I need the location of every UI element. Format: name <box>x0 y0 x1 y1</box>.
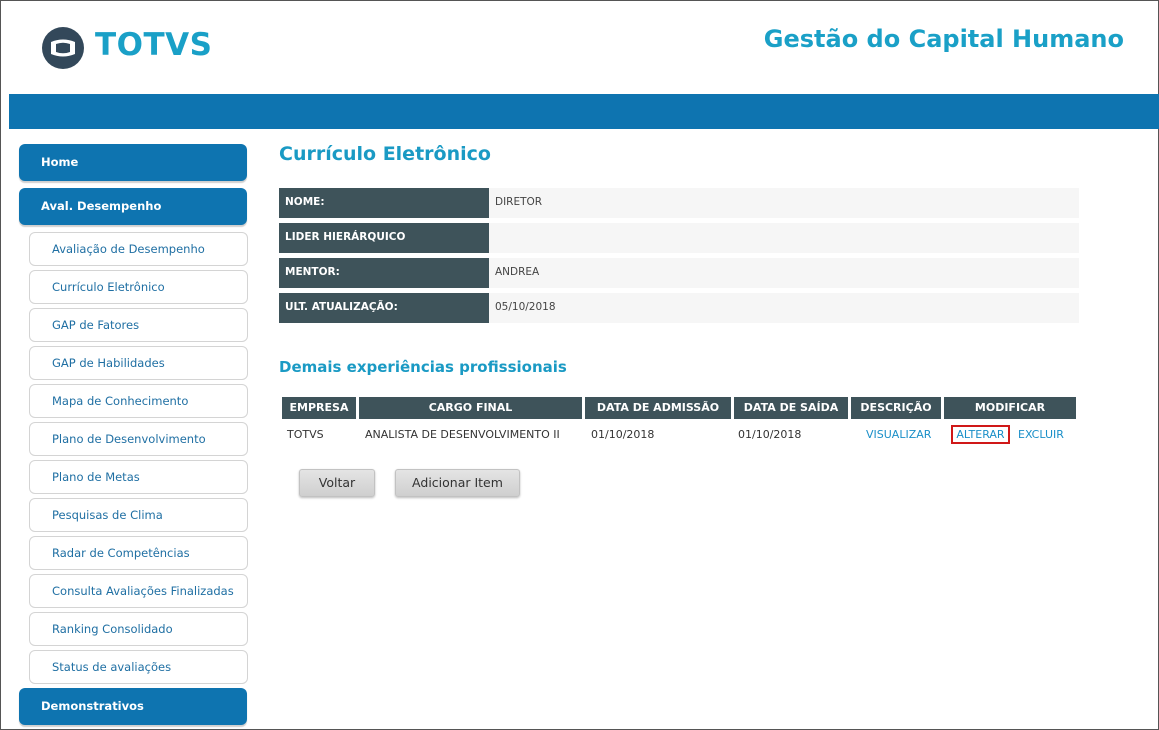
info-label-nome: NOME: <box>279 188 489 218</box>
info-value-mentor: ANDREA <box>489 258 1079 288</box>
info-label-mentor: MENTOR: <box>279 258 489 288</box>
visualizar-link[interactable]: VISUALIZAR <box>866 428 931 441</box>
table-header-modificar: MODIFICAR <box>944 397 1076 419</box>
sidebar-subitem-avaliacao-desempenho[interactable]: Avaliação de Desempenho <box>29 232 248 266</box>
sidebar-subitem-status-avaliacoes[interactable]: Status de avaliações <box>29 650 248 684</box>
totvs-logo: TOTVS <box>41 25 212 71</box>
sidebar-subitem-ranking-consolidado[interactable]: Ranking Consolidado <box>29 612 248 646</box>
totvs-logo-icon <box>42 27 84 69</box>
sidebar-subitem-consulta-avaliacoes[interactable]: Consulta Avaliações Finalizadas <box>29 574 248 608</box>
alterar-link[interactable]: ALTERAR <box>951 425 1010 444</box>
table-header-admissao: DATA DE ADMISSÃO <box>585 397 731 419</box>
sidebar-subitem-gap-fatores[interactable]: GAP de Fatores <box>29 308 248 342</box>
voltar-button[interactable]: Voltar <box>299 469 375 497</box>
excluir-link[interactable]: EXCLUIR <box>1018 428 1064 441</box>
table-header-cargo: CARGO FINAL <box>359 397 582 419</box>
table-header-empresa: EMPRESA <box>282 397 356 419</box>
sidebar-item-demonstrativos[interactable]: Demonstrativos <box>19 688 247 725</box>
page-title: Currículo Eletrônico <box>279 143 491 165</box>
info-value-lider <box>489 223 1079 253</box>
sidebar-item-home[interactable]: Home <box>19 144 247 181</box>
sidebar-subitem-plano-desenvolvimento[interactable]: Plano de Desenvolvimento <box>29 422 248 456</box>
info-value-nome: DIRETOR <box>489 188 1079 218</box>
table-cell-cargo: ANALISTA DE DESENVOLVIMENTO II <box>365 428 560 441</box>
logo-text: TOTVS <box>95 27 213 63</box>
table-cell-admissao: 01/10/2018 <box>591 428 655 441</box>
info-label-lider: LIDER HIERÁRQUICO <box>279 223 489 253</box>
sidebar-subitem-mapa-conhecimento[interactable]: Mapa de Conhecimento <box>29 384 248 418</box>
section-title-experiencias: Demais experiências profissionais <box>279 358 567 376</box>
sidebar-subitem-gap-habilidades[interactable]: GAP de Habilidades <box>29 346 248 380</box>
sidebar-subitem-pesquisas-clima[interactable]: Pesquisas de Clima <box>29 498 248 532</box>
sidebar-subitem-curriculo-eletronico[interactable]: Currículo Eletrônico <box>29 270 248 304</box>
table-header-saida: DATA DE SAÍDA <box>734 397 848 419</box>
app-title: Gestão do Capital Humano <box>763 25 1124 53</box>
table-header-descricao: DESCRIÇÃO <box>851 397 941 419</box>
sidebar-subitem-radar-competencias[interactable]: Radar de Competências <box>29 536 248 570</box>
info-value-ult-atualizacao: 05/10/2018 <box>489 293 1079 323</box>
sidebar-item-aval-desempenho[interactable]: Aval. Desempenho <box>19 188 247 225</box>
top-nav-bar <box>9 94 1159 129</box>
table-cell-saida: 01/10/2018 <box>738 428 802 441</box>
info-label-ult-atualizacao: ULT. ATUALIZAÇÃO: <box>279 293 489 323</box>
table-cell-empresa: TOTVS <box>287 428 324 441</box>
sidebar-subitem-plano-metas[interactable]: Plano de Metas <box>29 460 248 494</box>
adicionar-item-button[interactable]: Adicionar Item <box>395 469 520 497</box>
